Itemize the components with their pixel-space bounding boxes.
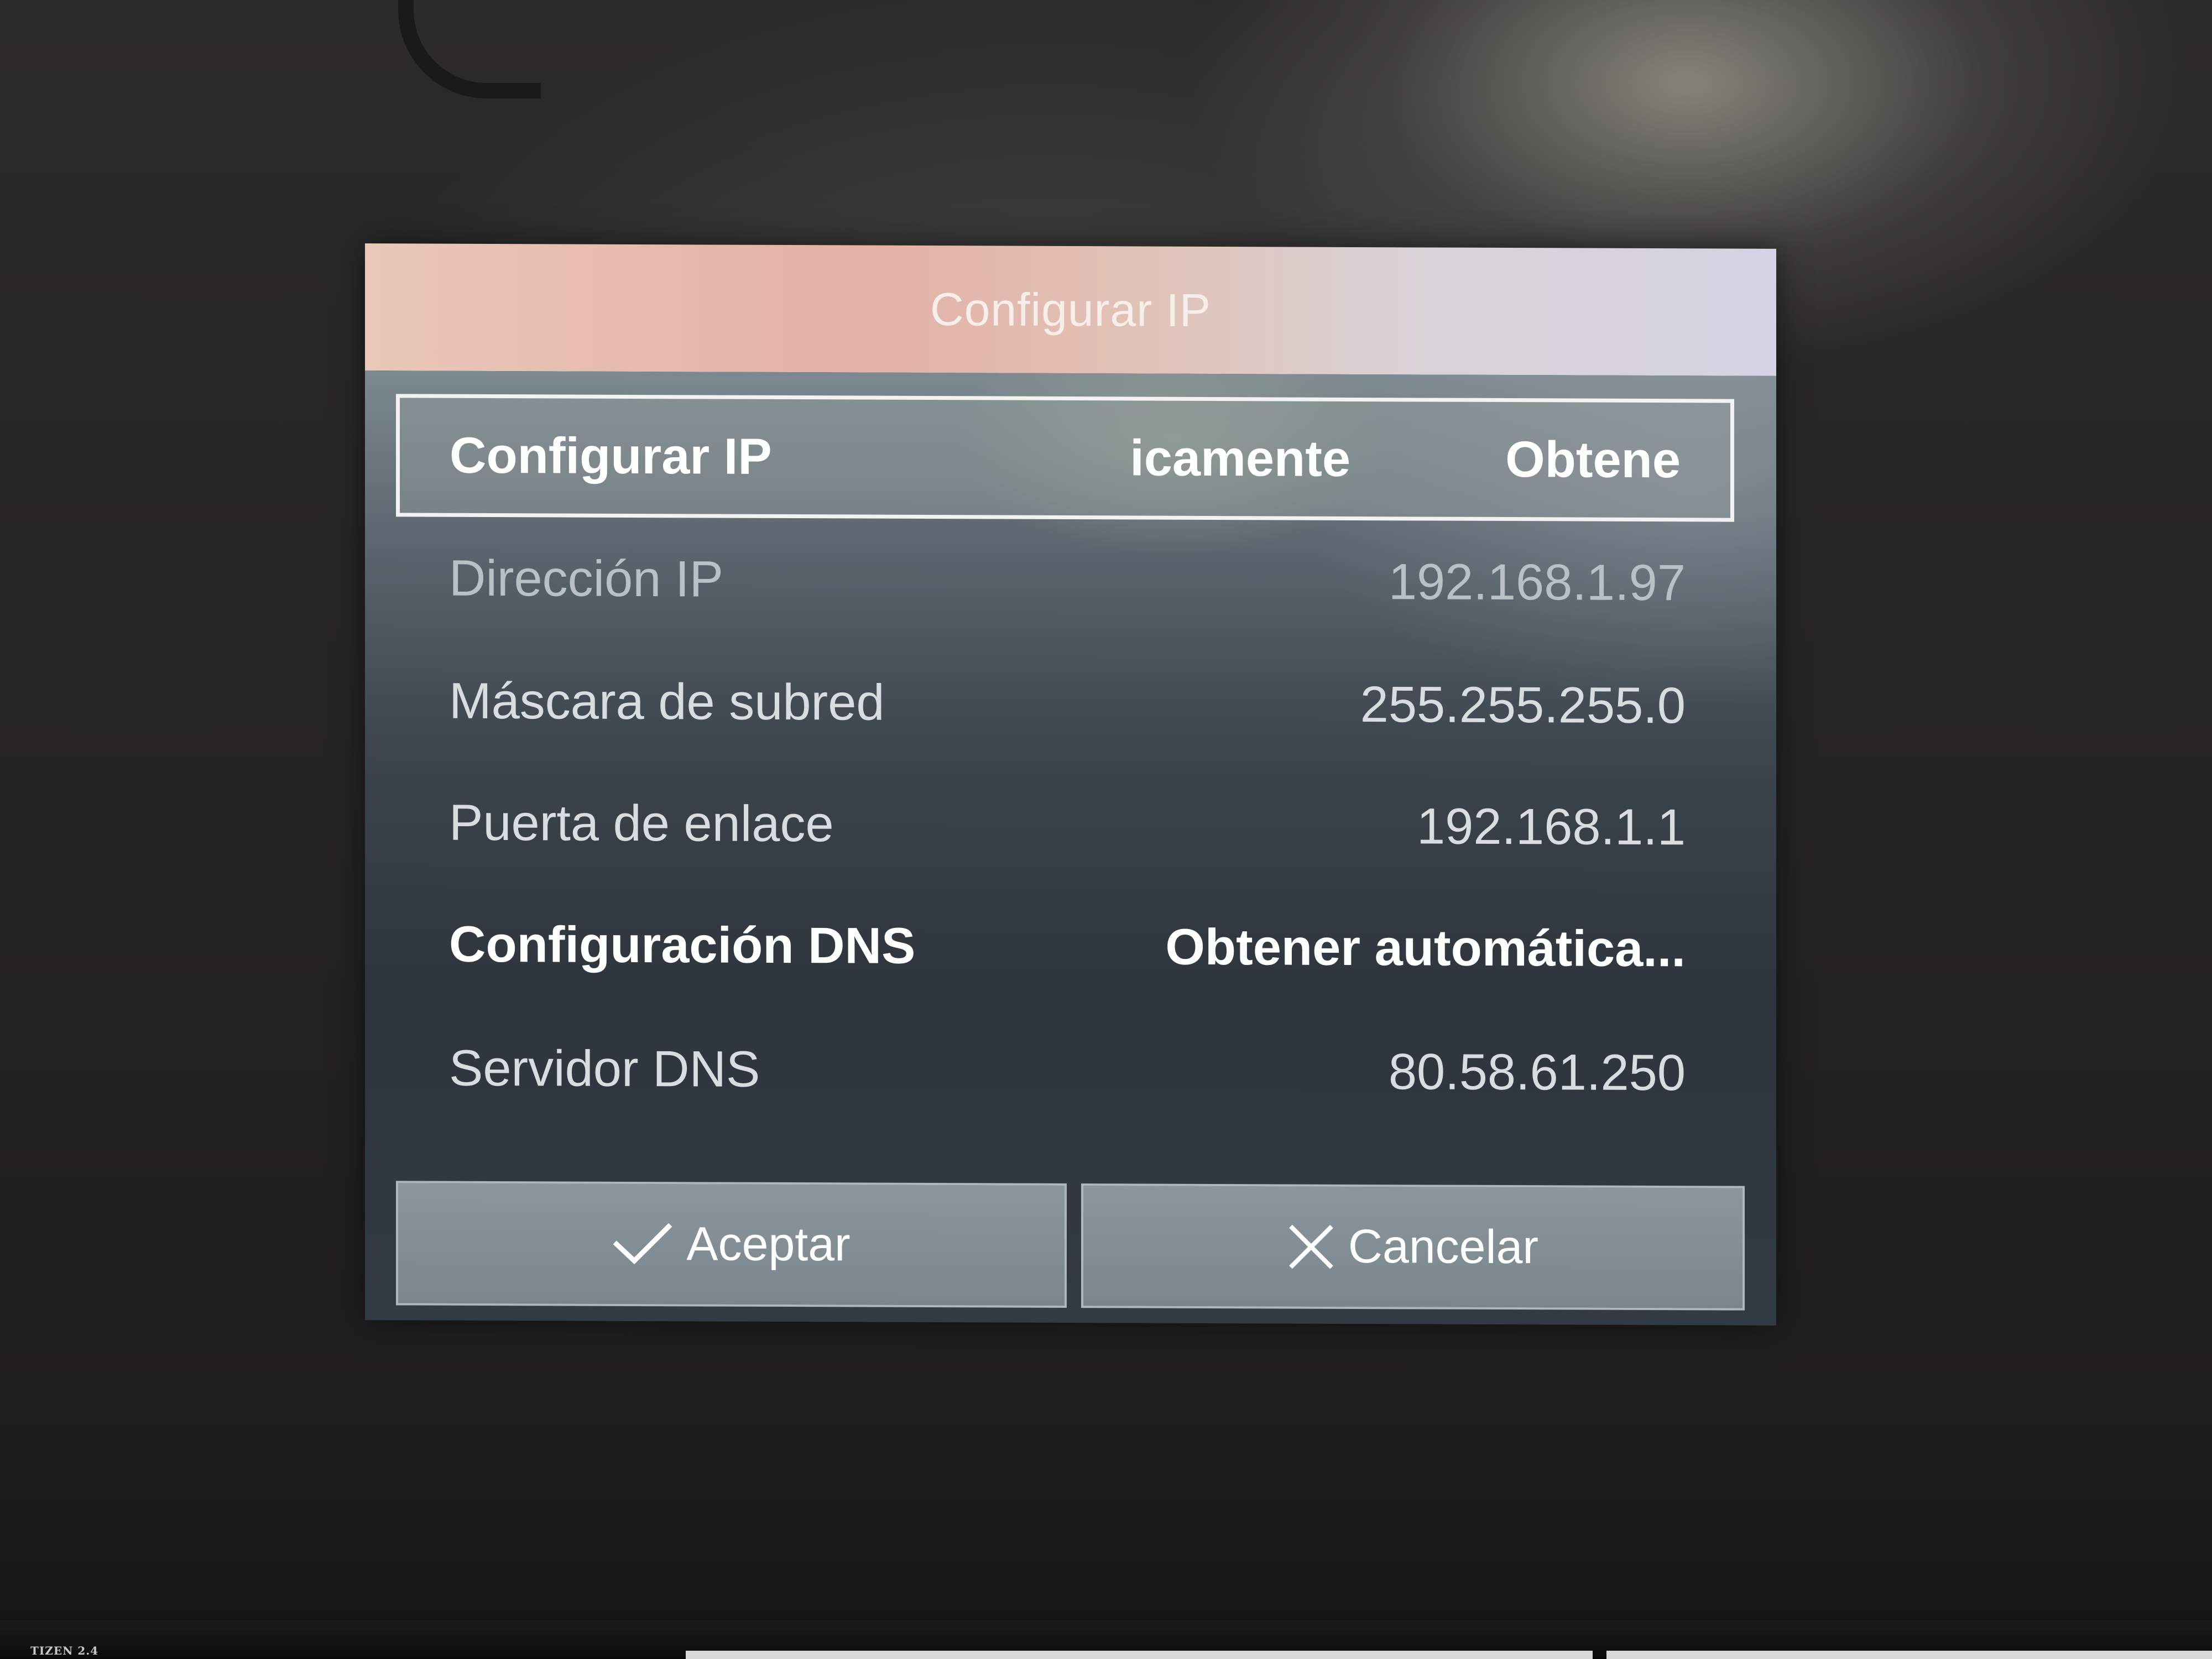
gateway-label: Puerta de enlace xyxy=(449,794,834,852)
dialog-title: Configurar IP xyxy=(930,283,1211,336)
accept-button[interactable]: Aceptar xyxy=(396,1181,1067,1308)
cancel-button[interactable]: Cancelar xyxy=(1081,1183,1745,1311)
configure-ip-value-part-2: Obtene xyxy=(1505,431,1681,488)
ip-address-value: 192.168.1.97 xyxy=(1388,553,1686,611)
configure-ip-value-marquee: icamente Obtene xyxy=(1130,429,1681,489)
configure-ip-label: Configurar IP xyxy=(450,427,772,485)
cancel-label: Cancelar xyxy=(1348,1219,1539,1274)
dns-server-label: Servidor DNS xyxy=(449,1040,760,1098)
accept-label: Aceptar xyxy=(686,1217,851,1271)
ip-address-row: Dirección IP 192.168.1.97 xyxy=(396,520,1734,641)
background-cable xyxy=(398,0,541,98)
check-icon xyxy=(612,1222,673,1266)
dns-setting-value: Obtener automática... xyxy=(1165,919,1686,977)
dns-setting-label: Configuración DNS xyxy=(449,916,916,974)
gateway-value: 192.168.1.1 xyxy=(1416,797,1686,855)
dialog-header: Configurar IP xyxy=(365,243,1776,376)
subnet-mask-row[interactable]: Máscara de subred 255.255.255.0 xyxy=(396,643,1734,764)
bezel-strip xyxy=(1606,1651,2212,1659)
subnet-mask-label: Máscara de subred xyxy=(449,672,885,731)
dns-server-row[interactable]: Servidor DNS 80.58.61.250 xyxy=(396,1010,1734,1131)
configure-ip-dialog: Configurar IP Configurar IP icamente Obt… xyxy=(365,243,1776,1326)
bezel-logo-text: TIZEN 2.4 xyxy=(30,1644,99,1657)
dialog-body: Configurar IP icamente Obtene Dirección … xyxy=(365,371,1776,1326)
bezel-strip xyxy=(686,1651,1593,1659)
dns-server-value: 80.58.61.250 xyxy=(1388,1043,1686,1101)
dns-setting-row[interactable]: Configuración DNS Obtener automática... xyxy=(396,886,1734,1007)
gateway-row[interactable]: Puerta de enlace 192.168.1.1 xyxy=(396,764,1734,885)
subnet-mask-value: 255.255.255.0 xyxy=(1360,676,1686,734)
configure-ip-setting[interactable]: Configurar IP icamente Obtene xyxy=(396,394,1734,522)
ip-address-label: Dirección IP xyxy=(449,550,723,608)
close-icon xyxy=(1287,1223,1335,1270)
configure-ip-value-part-1: icamente xyxy=(1130,429,1351,487)
